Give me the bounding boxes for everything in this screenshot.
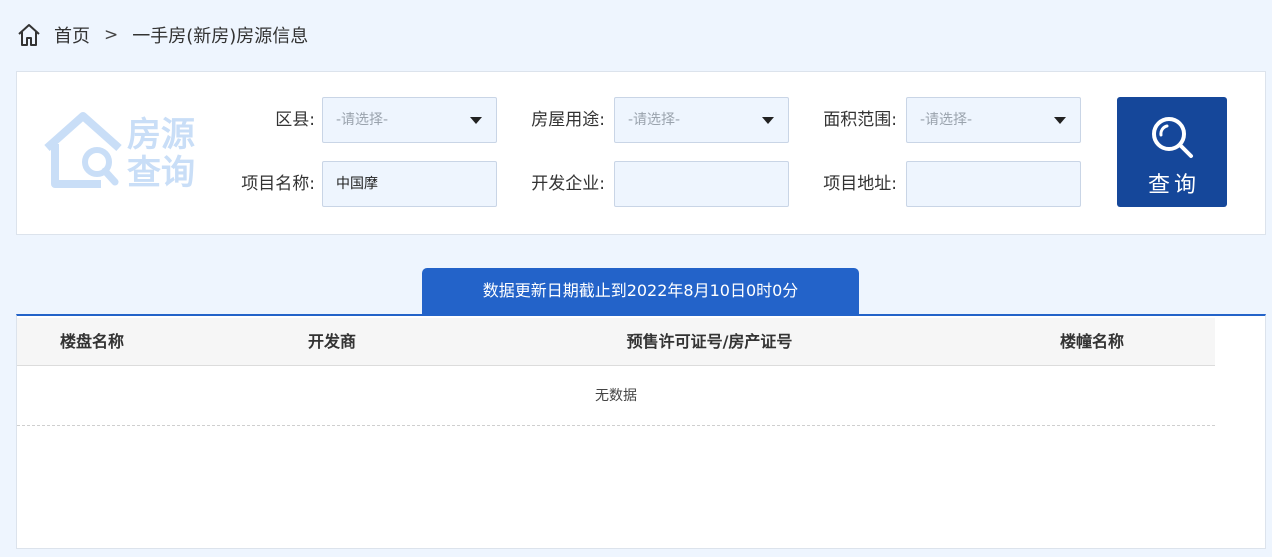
breadcrumb: 首页 > 一手房(新房)房源信息 — [16, 20, 308, 50]
area-label: 面积范围: — [823, 110, 897, 130]
developer-input[interactable] — [614, 161, 789, 207]
breadcrumb-current: 一手房(新房)房源信息 — [132, 26, 309, 47]
results-table: 楼盘名称 开发商 预售许可证号/房产证号 楼幢名称 无数据 — [16, 314, 1266, 549]
usage-select[interactable]: -请选择- — [614, 97, 789, 143]
project-name-label: 项目名称: — [241, 174, 315, 194]
search-panel: 房源 查询 区县: -请选择- 房屋用途: -请选择- 面积范围: -请选择- … — [16, 71, 1266, 235]
table-header: 楼盘名称 开发商 预售许可证号/房产证号 楼幢名称 — [17, 318, 1215, 366]
area-select-value: -请选择- — [920, 112, 973, 128]
logo-line1: 房源 — [127, 115, 195, 155]
chevron-down-icon — [762, 117, 774, 124]
usage-label: 房屋用途: — [531, 110, 605, 130]
area-select[interactable]: -请选择- — [906, 97, 1081, 143]
usage-select-value: -请选择- — [628, 112, 681, 128]
breadcrumb-separator: > — [104, 25, 119, 45]
home-icon[interactable] — [16, 22, 42, 48]
district-label: 区县: — [275, 110, 315, 130]
house-search-icon: 房源 查询 — [41, 110, 203, 193]
chevron-down-icon — [1054, 117, 1066, 124]
address-input[interactable] — [906, 161, 1081, 207]
empty-message: 无数据 — [17, 366, 1215, 426]
project-name-input[interactable]: 中国摩 — [322, 161, 497, 207]
search-icon — [1148, 113, 1196, 161]
logo-line2: 查询 — [127, 153, 195, 190]
column-header-license: 预售许可证号/房产证号 — [626, 332, 793, 351]
column-header-project: 楼盘名称 — [59, 332, 124, 351]
district-select-value: -请选择- — [336, 112, 389, 128]
query-button-label: 查询 — [1147, 173, 1200, 198]
address-label: 项目地址: — [823, 174, 897, 194]
developer-label: 开发企业: — [531, 174, 605, 194]
breadcrumb-home-link[interactable]: 首页 — [54, 22, 90, 48]
chevron-down-icon — [470, 117, 482, 124]
column-header-developer: 开发商 — [307, 332, 356, 351]
query-button[interactable]: 查询 — [1117, 97, 1227, 207]
district-select[interactable]: -请选择- — [322, 97, 497, 143]
column-header-building: 楼幢名称 — [1059, 332, 1124, 351]
update-notice-tab: 数据更新日期截止到2022年8月10日0时0分 — [422, 268, 859, 314]
